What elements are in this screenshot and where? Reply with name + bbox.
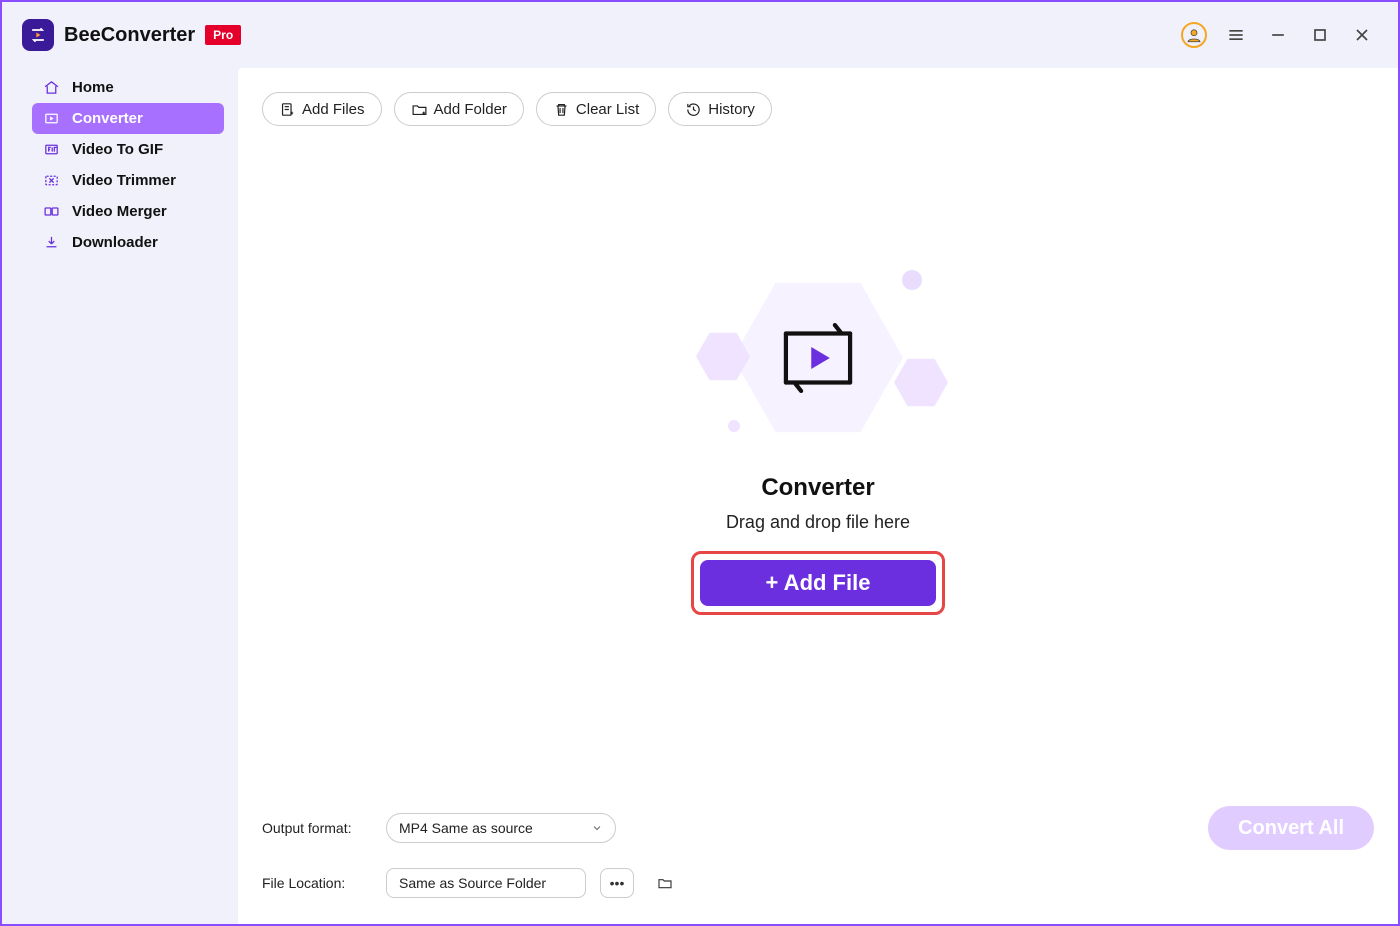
sidebar-item-video-to-gif[interactable]: Video To GIF xyxy=(32,134,224,165)
sidebar-item-video-trimmer[interactable]: Video Trimmer xyxy=(32,165,224,196)
history-icon xyxy=(685,101,702,118)
button-label: History xyxy=(708,101,755,118)
sidebar-item-video-merger[interactable]: Video Merger xyxy=(32,196,224,227)
account-button[interactable] xyxy=(1178,19,1210,51)
sidebar-item-converter[interactable]: Converter xyxy=(32,103,224,134)
pro-badge: Pro xyxy=(205,25,241,45)
minimize-icon xyxy=(1268,25,1288,45)
sidebar-item-label: Downloader xyxy=(72,234,158,251)
button-label: Add Folder xyxy=(434,101,507,118)
clear-list-button[interactable]: Clear List xyxy=(536,92,656,126)
open-folder-button[interactable] xyxy=(648,868,682,898)
titlebar: BeeConverter Pro xyxy=(2,2,1398,68)
sidebar-item-label: Home xyxy=(72,79,114,96)
app-logo xyxy=(22,19,54,51)
empty-state-title: Converter xyxy=(761,474,874,502)
minimize-button[interactable] xyxy=(1262,19,1294,51)
file-location-value: Same as Source Folder xyxy=(399,875,546,891)
convert-large-icon xyxy=(775,320,861,396)
menu-button[interactable] xyxy=(1220,19,1252,51)
home-icon xyxy=(42,79,60,97)
button-label: Add Files xyxy=(302,101,365,118)
converter-icon xyxy=(42,110,60,128)
user-icon xyxy=(1181,22,1207,48)
highlighted-frame: + Add File xyxy=(691,551,945,615)
button-label: Clear List xyxy=(576,101,639,118)
download-icon xyxy=(42,234,60,252)
footer-bar: Output format: MP4 Same as source Conver… xyxy=(238,796,1398,924)
output-format-label: Output format: xyxy=(262,820,372,836)
drop-area[interactable]: Converter Drag and drop file here + Add … xyxy=(238,136,1398,796)
ellipsis-icon: ••• xyxy=(610,875,625,891)
sidebar-item-label: Video To GIF xyxy=(72,141,163,158)
add-folder-icon xyxy=(411,101,428,118)
main-panel: Add Files Add Folder Clear List History xyxy=(238,68,1398,924)
add-file-icon xyxy=(279,101,296,118)
output-format-select[interactable]: MP4 Same as source xyxy=(386,813,616,843)
sidebar-item-label: Video Merger xyxy=(72,203,167,220)
menu-icon xyxy=(1226,25,1246,45)
add-files-button[interactable]: Add Files xyxy=(262,92,382,126)
file-location-label: File Location: xyxy=(262,875,372,891)
close-icon xyxy=(1352,25,1372,45)
maximize-button[interactable] xyxy=(1304,19,1336,51)
sidebar-item-downloader[interactable]: Downloader xyxy=(32,227,224,258)
sidebar-item-home[interactable]: Home xyxy=(32,72,224,103)
empty-state-illustration xyxy=(668,258,968,458)
chevron-down-icon xyxy=(591,822,603,834)
output-format-value: MP4 Same as source xyxy=(399,820,533,836)
toolbar: Add Files Add Folder Clear List History xyxy=(238,68,1398,136)
app-name: BeeConverter xyxy=(64,24,195,47)
more-options-button[interactable]: ••• xyxy=(600,868,634,898)
history-button[interactable]: History xyxy=(668,92,772,126)
sidebar: Home Converter Video To GIF Video Trimme… xyxy=(2,68,238,924)
sidebar-item-label: Video Trimmer xyxy=(72,172,176,189)
trimmer-icon xyxy=(42,172,60,190)
convert-all-button[interactable]: Convert All xyxy=(1208,806,1374,850)
folder-icon xyxy=(657,875,673,891)
trash-icon xyxy=(553,101,570,118)
sidebar-item-label: Converter xyxy=(72,110,143,127)
file-location-field[interactable]: Same as Source Folder xyxy=(386,868,586,898)
app-window: BeeConverter Pro Home xyxy=(0,0,1400,926)
add-folder-button[interactable]: Add Folder xyxy=(394,92,524,126)
add-file-button[interactable]: + Add File xyxy=(700,560,936,606)
empty-state-subtitle: Drag and drop file here xyxy=(726,512,910,533)
merger-icon xyxy=(42,203,60,221)
gif-icon xyxy=(42,141,60,159)
empty-state: Converter Drag and drop file here + Add … xyxy=(668,258,968,615)
close-button[interactable] xyxy=(1346,19,1378,51)
maximize-icon xyxy=(1310,25,1330,45)
